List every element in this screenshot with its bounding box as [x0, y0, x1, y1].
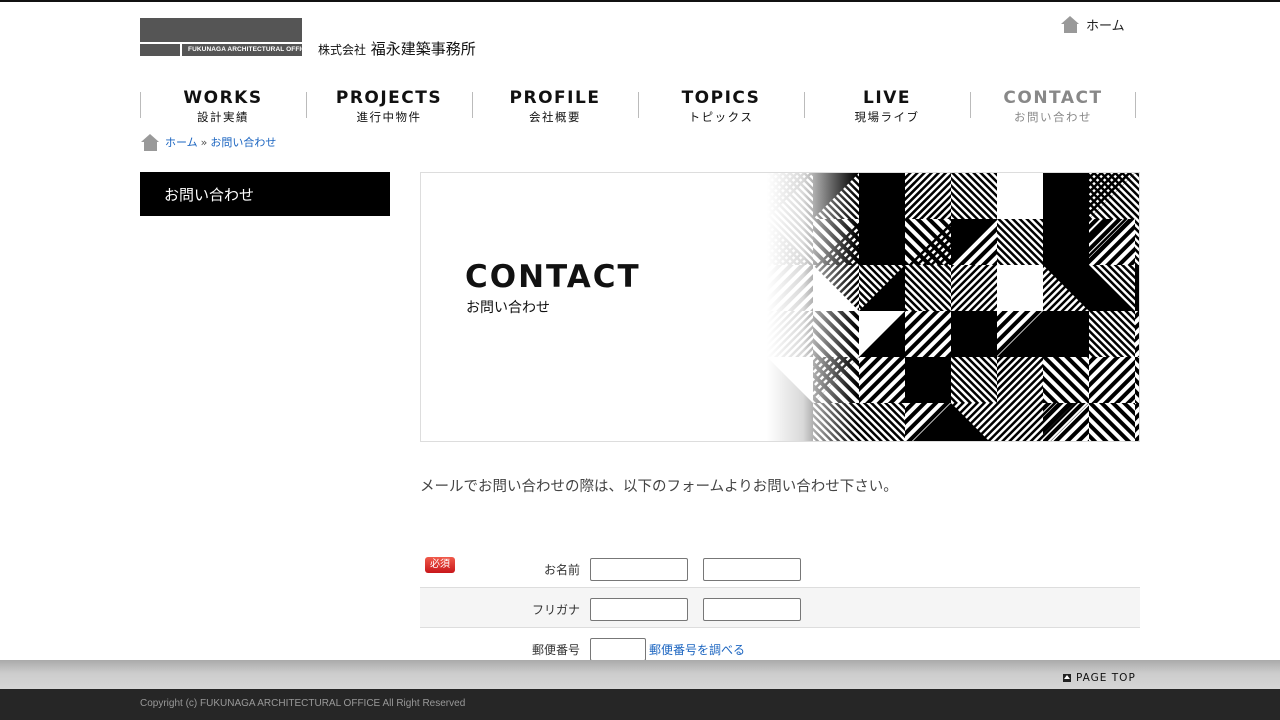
nav-item-live[interactable]: LIVE 現場ライブ — [804, 86, 970, 126]
nav-item-works[interactable]: WORKS 設計実績 — [140, 86, 306, 126]
nav-label-en: LIVE — [863, 88, 911, 108]
zip-input[interactable] — [590, 638, 646, 661]
breadcrumb-home-link[interactable]: ホーム — [165, 134, 198, 150]
logo-stripe-vertical — [180, 42, 182, 56]
pattern-fade — [767, 173, 857, 441]
copyright-text: Copyright (c) FUKUNAGA ARCHITECTURAL OFF… — [140, 698, 466, 709]
nav-item-topics[interactable]: TOPICS トピックス — [638, 86, 804, 126]
top-border — [0, 0, 1280, 2]
nav-label-jp: トピックス — [688, 110, 754, 124]
nav-label-en: CONTACT — [1003, 88, 1103, 108]
company-logo[interactable]: FUKUNAGA ARCHITECTURAL OFFICE — [140, 18, 310, 56]
nav-label-en: WORKS — [183, 88, 263, 108]
zip-label: 郵便番号 — [531, 643, 580, 657]
hero-title: CONTACT — [465, 259, 641, 295]
nav-label-en: PROJECTS — [335, 88, 443, 108]
header-home-link[interactable]: ホーム — [1061, 15, 1125, 34]
last-name-kana-input[interactable] — [590, 598, 688, 621]
intro-text: メールでお問い合わせの際は、以下のフォームよりお問い合わせ下さい。 — [420, 479, 898, 495]
breadcrumb: ホーム » お問い合わせ — [141, 134, 276, 151]
company-prefix: 株式会社 — [318, 43, 367, 57]
company-name: 株式会社 福永建築事務所 — [318, 38, 476, 59]
arrow-up-icon — [1063, 674, 1071, 682]
last-name-input[interactable] — [590, 558, 688, 581]
hero-subtitle: お問い合わせ — [466, 300, 550, 316]
nav-item-contact[interactable]: CONTACT お問い合わせ — [970, 86, 1136, 126]
form-row-furigana: フリガナ — [420, 588, 1140, 628]
hero-banner: CONTACT お問い合わせ — [420, 172, 1140, 442]
header-home-label: ホーム — [1086, 19, 1125, 34]
nav-label-jp: 会社概要 — [529, 110, 581, 124]
nav-item-projects[interactable]: PROJECTS 進行中物件 — [306, 86, 472, 126]
zip-lookup-link[interactable]: 郵便番号を調べる — [649, 641, 745, 658]
nav-label-jp: 設計実績 — [197, 110, 249, 124]
home-icon — [141, 134, 159, 151]
name-label: お名前 — [543, 563, 580, 577]
nav-label-en: TOPICS — [681, 88, 761, 108]
nav-item-profile[interactable]: PROFILE 会社概要 — [472, 86, 638, 126]
breadcrumb-current-link[interactable]: お問い合わせ — [210, 134, 276, 150]
nav-label-jp: 進行中物件 — [356, 110, 422, 124]
nav-label-jp: 現場ライブ — [854, 110, 920, 124]
sidebar-item-contact[interactable]: お問い合わせ — [140, 172, 390, 216]
required-badge: 必須 — [425, 557, 455, 573]
contact-form: 必須 お名前 フリガナ 郵便番号 郵便番号を調べる — [420, 548, 1140, 668]
first-name-input[interactable] — [703, 558, 801, 581]
page-top-label: PAGE TOP — [1076, 672, 1136, 684]
logo-stripe — [140, 42, 302, 44]
form-row-name: 必須 お名前 — [420, 548, 1140, 588]
company-name-main: 福永建築事務所 — [370, 40, 476, 58]
first-name-kana-input[interactable] — [703, 598, 801, 621]
page-top-button[interactable]: PAGE TOP — [1063, 672, 1136, 684]
global-nav: WORKS 設計実績 PROJECTS 進行中物件 PROFILE 会社概要 T… — [140, 86, 1136, 126]
nav-label-jp: お問い合わせ — [1014, 110, 1092, 124]
logo-text: FUKUNAGA ARCHITECTURAL OFFICE — [188, 46, 311, 53]
nav-label-en: PROFILE — [509, 88, 601, 108]
furigana-label: フリガナ — [531, 603, 580, 617]
breadcrumb-separator: » — [200, 135, 208, 149]
footer: Copyright (c) FUKUNAGA ARCHITECTURAL OFF… — [0, 689, 1280, 720]
home-icon — [1061, 16, 1080, 33]
